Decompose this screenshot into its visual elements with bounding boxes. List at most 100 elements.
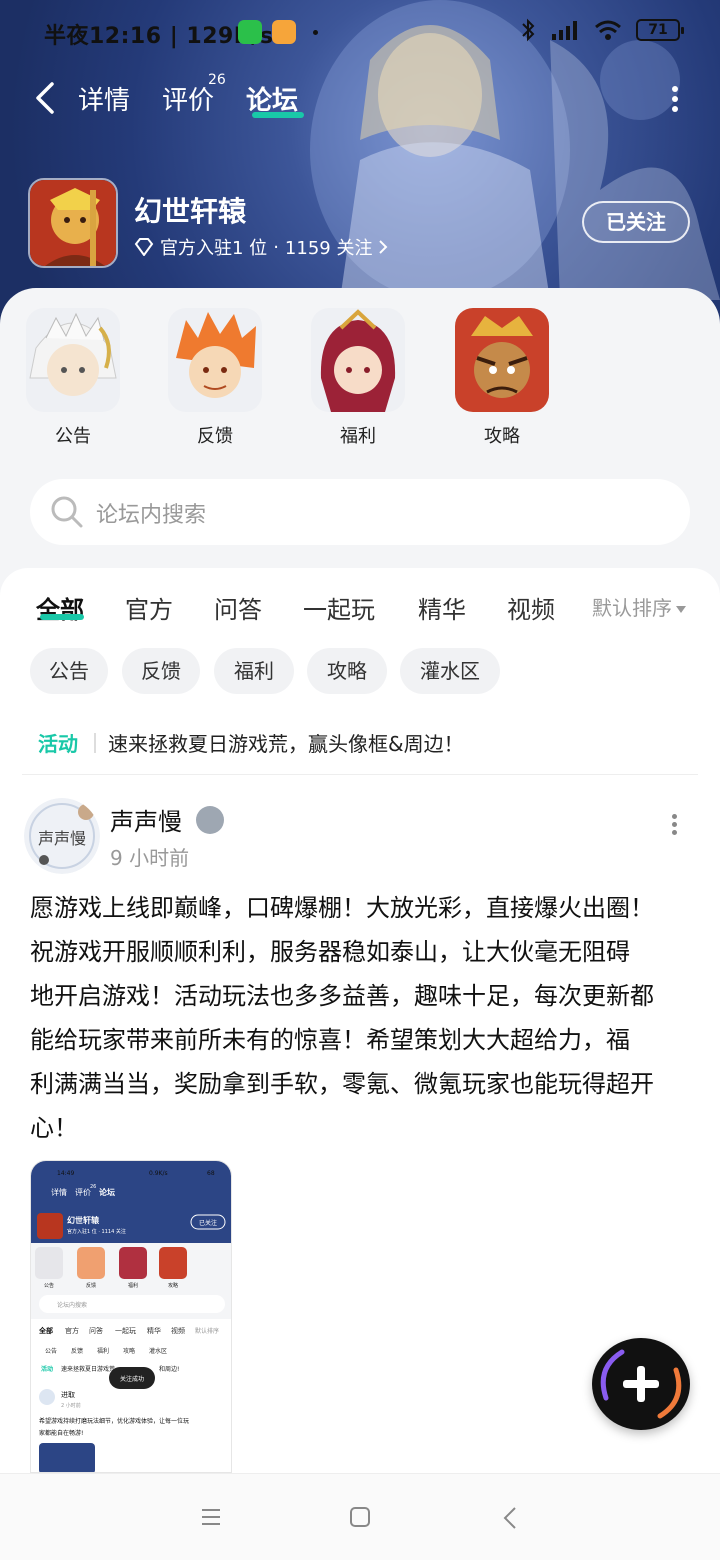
forum-content: 公告 反馈 福利 攻略 论坛内搜索 全部 官方 问答 一起玩 精华 视频 默认排… [0,288,720,1473]
thumb-post-line: 希望游戏持续打磨玩法细节，优化游戏体验，让每一位玩 [39,1417,189,1425]
post-line: 能给玩家带来前所未有的惊喜！希望策划大大超给力，福 [30,1026,630,1054]
game-meta[interactable]: 官方入驻1 位 · 1159 关注 [134,234,388,260]
thumb-activity-tail: 和周边! [159,1365,179,1373]
thumb-feed-tab: 视频 [171,1326,185,1335]
quick-link-feedback[interactable]: 反馈 [168,308,262,448]
thumb-chip: 灌水区 [149,1347,167,1355]
post-image-thumbnail[interactable]: 14:49 0.9K/s 68 详情 评价 26 论坛 幻世轩辕 官方入驻1 位… [30,1160,232,1473]
quick-link-label: 福利 [340,426,376,447]
feed-tab-qa[interactable]: 问答 [214,590,262,625]
thumb-quick: 公告 [44,1282,54,1289]
system-nav-bar [0,1473,720,1560]
review-count-badge: 26 [208,72,226,88]
quick-link-welfare[interactable]: 福利 [311,308,405,448]
thumb-post-user: 进取 [61,1391,75,1399]
post-line: 愿游戏上线即巅峰，口碑爆棚！大放光彩，直接爆火出圈！ [30,894,654,922]
post-line: 祝游戏开服顺顺利利，服务器稳如泰山，让大伙毫无阻碍 [30,938,630,966]
sort-label: 默认排序 [592,596,672,620]
menu-icon[interactable] [200,1506,222,1528]
thumb-chip: 福利 [97,1347,109,1355]
followers-count: 1159 关注 [284,238,373,259]
thumb-post-time: 2 小时前 [61,1402,81,1409]
quick-link-guide[interactable]: 攻略 [455,308,549,448]
feed-tab-indicator [40,614,84,620]
chip-announcement[interactable]: 公告 [30,648,108,694]
follow-button[interactable]: 已关注 [582,201,690,243]
thumb-search: 论坛内搜索 [57,1301,87,1309]
post-username[interactable]: 声声慢 [110,802,182,837]
thumb-tab: 详情 [51,1187,67,1197]
chip-welfare[interactable]: 福利 [214,648,294,694]
post-line: 利满满当当，奖励拿到手软，零氪、微氪玩家也能玩得超开 [30,1070,654,1098]
feed-tab-featured[interactable]: 精华 [418,590,466,625]
thumb-feed-tab: 问答 [89,1326,103,1335]
quick-link-announcement[interactable]: 公告 [26,308,120,448]
post-timestamp: 9 小时前 [110,846,190,870]
official-count: 官方入驻1 位 [160,238,268,259]
feed-tab-video[interactable]: 视频 [507,590,555,625]
quick-link-label: 反馈 [197,426,233,447]
thumb-feed-tab: 精华 [147,1326,161,1335]
section-divider [22,774,698,775]
thumb-follow-button: 已关注 [199,1219,217,1227]
avatar[interactable]: 声声慢 [24,798,100,874]
chip-chat[interactable]: 灌水区 [400,648,500,694]
tab-reviews[interactable]: 评价 [162,80,214,117]
back-arrow-icon[interactable] [30,78,60,118]
diamond-icon [134,238,154,256]
welfare-avatar [311,308,405,412]
meta-separator: · [273,236,279,258]
thumb-chip: 公告 [45,1347,57,1355]
chip-feedback[interactable]: 反馈 [122,648,200,694]
thumb-feed-tab: 官方 [65,1326,79,1335]
thumb-toast: 关注成功 [120,1375,144,1383]
search-input[interactable]: 论坛内搜索 [96,497,206,529]
thumb-chip: 攻略 [123,1347,135,1355]
status-bar: 半夜12:16 | 129K/s 71 [0,0,720,66]
bluetooth-icon [522,18,535,42]
thumb-quick: 福利 [128,1282,138,1289]
thumb-game-meta: 官方入驻1 位 · 1114 关注 [67,1228,126,1235]
active-tab-indicator [252,112,304,118]
thumb-tab: 评价 [75,1188,91,1197]
caret-down-icon [676,606,686,613]
game-title: 幻世轩辕 [134,195,247,228]
announcement-avatar [26,308,120,412]
home-square-icon[interactable] [349,1506,371,1528]
game-icon [28,178,118,268]
sort-dropdown[interactable]: 默认排序 [592,592,686,621]
thumb-activity-text: 速来拯救夏日游戏荒 [61,1365,115,1373]
quick-link-label: 公告 [55,426,91,447]
wifi-icon [595,20,621,40]
post-line: 地开启游戏！活动玩法也多多益善，趣味十足，每次更新都 [30,982,654,1010]
post-body[interactable]: 愿游戏上线即巅峰，口碑爆棚！大放光彩，直接爆火出圈！ 祝游戏开服顺顺利利，服务器… [30,886,692,1150]
new-post-button[interactable] [592,1338,690,1430]
search-bar[interactable]: 论坛内搜索 [30,479,690,545]
thumb-tab: 论坛 [99,1187,115,1197]
post-more-icon[interactable] [670,814,678,836]
notes-app-icon [272,20,296,44]
thumb-feed-tab: 一起玩 [115,1327,136,1335]
tab-details[interactable]: 详情 [78,80,130,117]
user-level-badge-icon [196,806,224,834]
feed-tab-play-together[interactable]: 一起玩 [303,590,375,625]
top-nav: 详情 评价 26 论坛 [0,66,720,136]
feed-tab-official[interactable]: 官方 [125,590,173,625]
thumb-review-count: 26 [90,1184,96,1190]
chip-guide[interactable]: 攻略 [307,648,387,694]
cellular-signal-icon [552,21,577,40]
thumb-speed: 0.9K/s [149,1170,168,1177]
thumb-time: 14:49 [57,1170,74,1177]
guide-avatar [455,308,549,412]
search-icon [51,496,83,528]
thumb-post-line: 家都能自在畅游! [39,1429,83,1437]
thumb-activity-tag: 活动 [41,1365,53,1373]
battery-indicator: 71 [636,19,684,41]
back-triangle-icon[interactable] [502,1506,518,1530]
thumb-battery: 68 [207,1170,215,1177]
wechat-icon [238,20,262,44]
quick-link-label: 攻略 [484,426,520,447]
activity-banner-link[interactable]: 速来拯救夏日游戏荒，赢头像框&周边！ [108,728,464,757]
more-vertical-icon[interactable] [670,86,680,116]
thumb-quick: 攻略 [168,1282,178,1289]
